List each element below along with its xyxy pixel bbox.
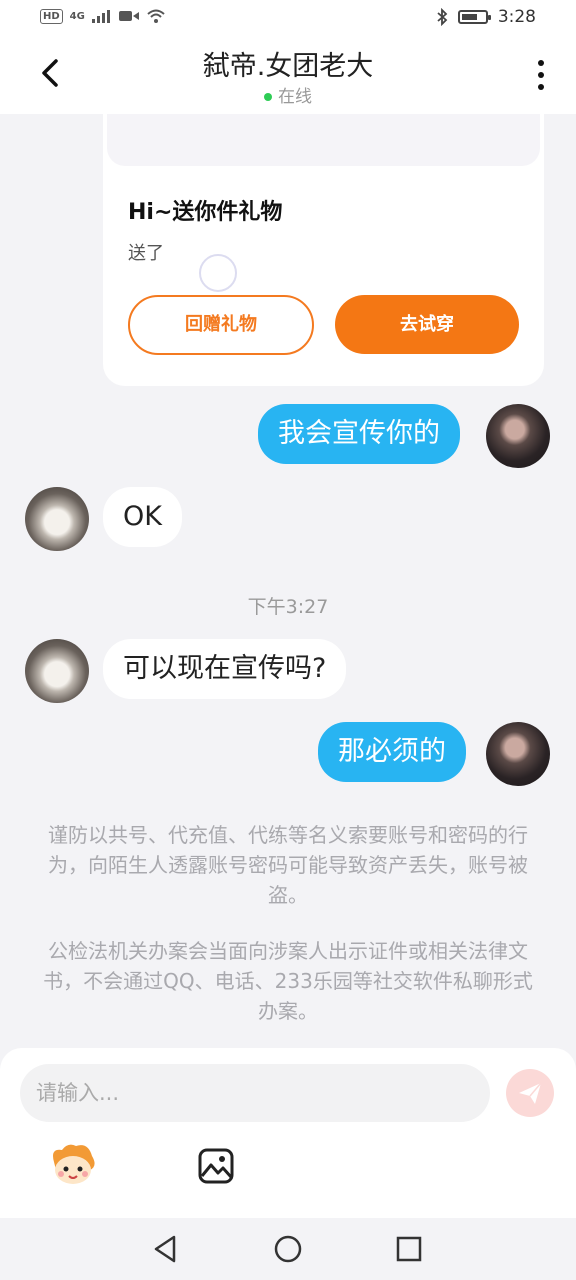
emoji-mascot-icon[interactable] [48,1142,98,1188]
contact-avatar[interactable] [25,487,89,551]
my-avatar[interactable] [486,722,550,786]
system-nav-bar [0,1218,576,1280]
online-dot [264,93,272,101]
safety-notice: 公检法机关办案会当面向涉案人出示证件或相关法律文书，不会通过QQ、电话、233乐… [43,939,533,1023]
bluetooth-icon [437,8,448,26]
send-button[interactable] [506,1069,554,1117]
status-right: 3:28 [436,7,536,27]
message-timestamp: 下午3:27 [247,596,329,618]
status-bar: HD 4G 3:28 [0,0,576,36]
signal-icon [91,10,110,23]
status-time: 3:28 [497,7,536,27]
safety-notice: 谨防以共号、代充值、代练等名义索要账号和密码的行为，向陌生人透露账号密码可能导致… [48,823,528,907]
send-icon [519,1082,542,1104]
loading-icon [199,254,237,292]
chat-header: 弑帝.女团老大 在线 [0,36,576,114]
video-icon [118,11,139,21]
online-status: 在线 [0,82,576,107]
message-input[interactable] [20,1064,490,1122]
contact-avatar[interactable] [25,639,89,703]
battery-icon [457,10,491,24]
try-on-button[interactable]: 去试穿 [335,295,519,354]
status-left: HD 4G [40,8,166,24]
message-bubble-them[interactable]: 可以现在宣传吗? [103,639,347,699]
nav-home-icon[interactable] [271,1232,305,1266]
composer [0,1048,576,1218]
return-gift-button[interactable]: 回赠礼物 [128,295,314,355]
more-icon[interactable] [534,58,548,92]
message-bubble-me[interactable]: 那必须的 [318,722,466,782]
network-type: 4G [69,10,85,22]
gift-subtitle: 送了 [128,243,164,264]
hd-badge: HD [40,8,63,24]
nav-back-icon[interactable] [148,1232,182,1266]
nav-recents-icon[interactable] [392,1232,426,1266]
gift-card: Hi~送你件礼物 送了 回赠礼物 去试穿 [103,90,544,386]
message-bubble-them[interactable]: OK [103,487,182,547]
message-bubble-me[interactable]: 我会宣传你的 [258,404,460,464]
wifi-icon [147,9,165,23]
page-title: 弑帝.女团老大 [202,51,374,82]
image-icon[interactable] [198,1148,234,1184]
online-label: 在线 [278,87,312,107]
gift-title: Hi~送你件礼物 [128,200,283,225]
my-avatar[interactable] [486,404,550,468]
